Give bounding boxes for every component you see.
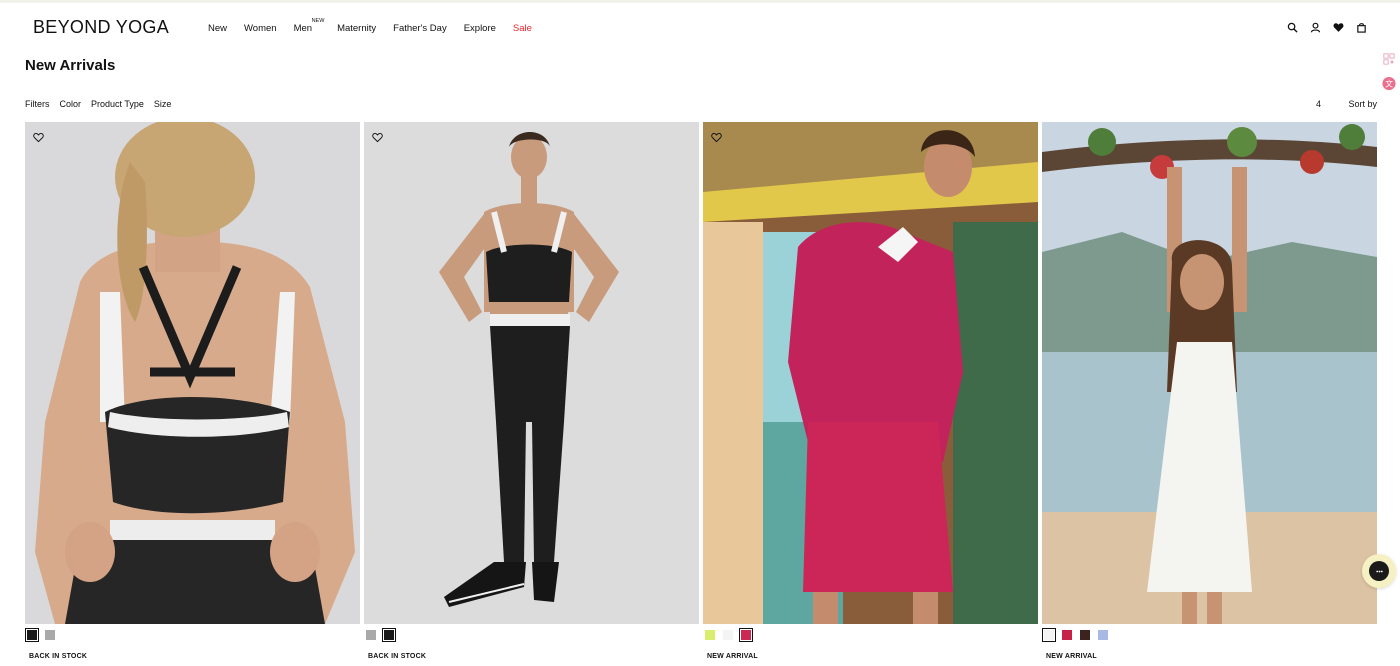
nav-item-maternity[interactable]: Maternity <box>337 23 376 34</box>
color-swatch[interactable] <box>1098 630 1108 640</box>
color-swatches <box>705 628 753 642</box>
search-icon[interactable] <box>1287 22 1298 33</box>
nav-item-explore[interactable]: Explore <box>464 23 496 34</box>
color-swatches <box>1042 628 1108 642</box>
sort-by-button[interactable]: Sort by <box>1348 99 1377 109</box>
product-badge: NEW ARRIVAL <box>1046 653 1097 660</box>
nav-item-men-label: Men <box>293 23 313 34</box>
nav-item-men[interactable]: Men NEW <box>293 18 325 34</box>
page-title: New Arrivals <box>25 57 116 74</box>
product-badge: NEW ARRIVAL <box>707 653 758 660</box>
color-swatch[interactable] <box>1042 628 1056 642</box>
chat-button[interactable] <box>1362 554 1396 588</box>
color-swatch[interactable] <box>1062 630 1072 640</box>
svg-text:文: 文 <box>1385 78 1393 88</box>
chat-bubble-icon <box>1369 561 1389 581</box>
nav-new-badge: NEW <box>311 18 325 24</box>
product-badge: BACK IN STOCK <box>29 653 88 660</box>
color-swatch[interactable] <box>705 630 715 640</box>
product-card[interactable]: NEW ARRIVAL <box>1042 122 1377 660</box>
bag-icon[interactable] <box>1356 22 1367 33</box>
color-swatch[interactable] <box>366 630 376 640</box>
product-grid: BACK IN STOCK BACK IN STOCK NEW ARRIVAL … <box>25 122 1377 666</box>
nav-item-sale[interactable]: Sale <box>513 23 532 34</box>
brand-logo[interactable]: BEYOND YOGA <box>33 17 169 38</box>
side-widgets: 文 <box>1382 52 1396 90</box>
color-swatch[interactable] <box>723 630 733 640</box>
color-swatches <box>366 628 396 642</box>
product-card[interactable]: BACK IN STOCK <box>25 122 360 660</box>
account-icon[interactable] <box>1310 22 1321 33</box>
result-count: 4 <box>1316 99 1322 109</box>
translate-icon[interactable]: 文 <box>1382 76 1396 90</box>
qr-code-icon[interactable] <box>1382 52 1396 66</box>
product-badge: BACK IN STOCK <box>368 653 427 660</box>
product-card[interactable]: NEW ARRIVAL <box>703 122 1038 660</box>
filter-all-button[interactable]: Filters <box>25 99 50 109</box>
wishlist-heart-icon[interactable] <box>1333 22 1344 33</box>
nav-item-new[interactable]: New <box>208 23 227 34</box>
header-icons <box>1287 22 1367 33</box>
wishlist-heart-icon[interactable] <box>33 130 44 143</box>
wishlist-heart-icon[interactable] <box>372 130 383 143</box>
color-swatch[interactable] <box>739 628 753 642</box>
color-swatch[interactable] <box>1080 630 1090 640</box>
color-swatch[interactable] <box>25 628 39 642</box>
nav-item-women[interactable]: Women <box>244 23 277 34</box>
filter-product-type-button[interactable]: Product Type <box>91 99 144 109</box>
color-swatches <box>25 628 55 642</box>
filter-color-button[interactable]: Color <box>60 99 82 109</box>
filter-size-button[interactable]: Size <box>154 99 172 109</box>
color-swatch[interactable] <box>45 630 55 640</box>
product-image[interactable] <box>364 122 699 624</box>
product-card[interactable]: BACK IN STOCK <box>364 122 699 660</box>
color-swatch[interactable] <box>382 628 396 642</box>
wishlist-heart-icon[interactable] <box>711 130 722 143</box>
product-image[interactable] <box>1042 122 1377 624</box>
product-image[interactable] <box>25 122 360 624</box>
nav-item-fathers-day[interactable]: Father's Day <box>393 23 447 34</box>
product-image[interactable] <box>703 122 1038 624</box>
site-header: BEYOND YOGA New Women Men NEW Maternity … <box>0 3 1400 51</box>
main-nav: New Women Men NEW Maternity Father's Day… <box>208 18 532 34</box>
filter-bar: Filters Color Product Type Size <box>25 99 171 109</box>
